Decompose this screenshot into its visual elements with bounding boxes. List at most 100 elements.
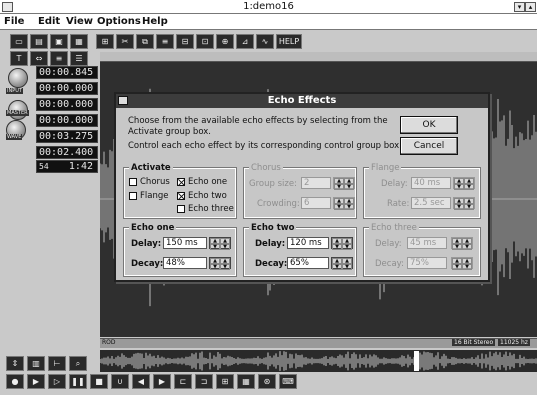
echo-one-group-label: Echo one [129,223,177,233]
flange-rate-field[interactable]: 2.5 sec [411,197,451,209]
scroll-tag: ROD [102,339,116,346]
dialog-system-menu[interactable] [118,96,128,105]
rate-readout: 11025 hz [498,339,530,346]
menu-bar: File Edit View Options Help [0,14,537,30]
menu-help[interactable]: Help [142,16,168,27]
echo-one-delay-label: Delay: [131,239,162,249]
paste-icon[interactable]: ≡ [156,34,174,49]
menu-edit[interactable]: Edit [38,16,60,27]
ok-button[interactable]: OK [400,116,458,134]
group-size-spinner[interactable]: ▲ ▲ ▼ ▼ [333,177,355,190]
magnify-icon[interactable]: ⌕ [69,356,87,371]
echo-three-group-label: Echo three [369,223,419,233]
meters-icon[interactable]: ▥ [27,356,45,371]
loop-icon[interactable]: ∪ [111,374,129,389]
zoom-icon[interactable]: ⊕ [216,34,234,49]
time-readout-position: 00:00.845 [36,66,98,79]
echo-two-decay-field[interactable]: 65% [287,257,329,269]
mark-out-icon[interactable]: ⊐ [195,374,213,389]
menu-view[interactable]: View [66,16,93,27]
format-readout: 16 Bit Stereo [452,339,496,346]
play-selection-icon[interactable]: ▷ [48,374,66,389]
flange-delay-field[interactable]: 40 ms [411,177,451,189]
crowding-spinner[interactable]: ▲ ▲ ▼ ▼ [333,197,355,210]
time-readout-view: 00:02.400 [36,146,98,159]
group-size-field[interactable]: 2 [301,177,331,189]
copy-icon[interactable]: ⧉ [136,34,154,49]
echo-effects-dialog: Echo Effects Choose from the available e… [114,92,490,282]
echo-two-decay-spinner[interactable]: ▲ ▲ ▼ ▼ [331,257,353,270]
play-icon[interactable]: ▶ [27,374,45,389]
echo-three-delay-field[interactable]: 45 ms [407,237,447,249]
mix-icon[interactable]: ⊟ [176,34,194,49]
echo-one-delay-field[interactable]: 150 ms [163,237,207,249]
echo-two-delay-spinner[interactable]: ▲ ▲ ▼ ▼ [331,237,353,250]
insert-icon[interactable]: ⊞ [96,34,114,49]
time-panel: INPUT MASTER WAVE 00:00.845 00:00.000 00… [4,64,98,180]
wave-knob-label: WAVE [6,134,23,140]
effects-icon[interactable]: ∿ [256,34,274,49]
echo-three-group: Echo three Delay: 45 ms ▲ ▲ ▼ ▼ Decay: 75% … [363,223,481,277]
echo-two-delay-label: Delay: [255,239,286,249]
keyboard-icon[interactable]: ⌨ [279,374,297,389]
save-file-icon[interactable]: ▣ [50,34,68,49]
chorus-checkbox[interactable]: Chorus [129,177,170,187]
chorus-checkbox-box [129,178,137,186]
mark-in-icon[interactable]: ⊏ [174,374,192,389]
activate-group-label: Activate [129,163,173,173]
time-readout-end: 00:00.000 [36,98,98,111]
maximize-button[interactable]: ▴ [525,2,536,12]
window-title: 1:demo16 [243,1,294,12]
echo-three-decay-field[interactable]: 75% [407,257,447,269]
record-options-icon[interactable]: ⊛ [258,374,276,389]
chorus-checkbox-label: Chorus [140,177,170,187]
time-readout-total: 00:03.275 [36,130,98,143]
new-file-icon[interactable]: ▭ [10,34,28,49]
menu-options[interactable]: Options [97,16,141,27]
echo-three-checkbox-label: Echo three [188,204,234,214]
echo-one-decay-field[interactable]: 48% [163,257,207,269]
echo-three-checkbox[interactable]: Echo three [177,204,234,214]
pause-icon[interactable]: ❚❚ [69,374,87,389]
rewind-icon[interactable]: ◀ [132,374,150,389]
echo-one-decay-spinner[interactable]: ▲ ▲ ▼ ▼ [209,257,231,270]
echo-two-checkbox[interactable]: Echo two [177,191,227,201]
flange-rate-spinner[interactable]: ▲ ▲ ▼ ▼ [453,197,475,210]
grid-icon[interactable]: ▦ [237,374,255,389]
stop-icon[interactable]: ■ [90,374,108,389]
forward-icon[interactable]: ▶ [153,374,171,389]
time-ruler [100,52,537,62]
record-icon[interactable]: ● [6,374,24,389]
marker-icon[interactable]: ⊿ [236,34,254,49]
print-icon[interactable]: ▦ [70,34,88,49]
overview-waveform[interactable] [99,350,537,372]
help-button[interactable]: HELP [276,34,302,49]
cancel-button[interactable]: Cancel [400,137,458,155]
echo-three-decay-spinner[interactable]: ▲ ▲ ▼ ▼ [451,257,473,270]
echo-two-delay-field[interactable]: 120 ms [287,237,329,249]
crop-icon[interactable]: ⊡ [196,34,214,49]
input-level-knob[interactable] [8,68,28,88]
app-window: 1:demo16 ▾ ▴ File Edit View Options Help… [0,0,537,395]
cursor-icon[interactable]: ⊢ [48,356,66,371]
master-knob-label: MASTER [6,110,29,116]
flange-delay-spinner[interactable]: ▲ ▲ ▼ ▼ [453,177,475,190]
crowding-field[interactable]: 6 [301,197,331,209]
minimize-button[interactable]: ▾ [514,2,525,12]
zoom-in-icon[interactable]: ⇕ [6,356,24,371]
menu-file[interactable]: File [4,16,24,27]
echo-three-delay-label: Delay: [375,239,402,249]
flange-checkbox[interactable]: Flange [129,191,168,201]
echo-one-checkbox[interactable]: Echo one [177,177,227,187]
echo-three-delay-spinner[interactable]: ▲ ▲ ▼ ▼ [451,237,473,250]
instruction-line-2: Activate group box. [128,127,211,137]
snap-icon[interactable]: ⊞ [216,374,234,389]
waveform-scrollbar[interactable]: ROD 16 Bit Stereo 11025 hz [100,338,537,348]
transport-toolbar: ● ▶ ▷ ❚❚ ■ ∪ ◀ ▶ ⊏ ⊐ ⊞ ▦ ⊛ ⌨ [6,374,297,390]
open-file-icon[interactable]: ▤ [30,34,48,49]
echo-one-delay-spinner[interactable]: ▲ ▲ ▼ ▼ [209,237,231,250]
input-knob-label: INPUT [6,88,23,94]
flange-checkbox-label: Flange [140,191,169,201]
zoom-ratio-readout: 54 1:42 [36,160,98,173]
cut-icon[interactable]: ✂ [116,34,134,49]
